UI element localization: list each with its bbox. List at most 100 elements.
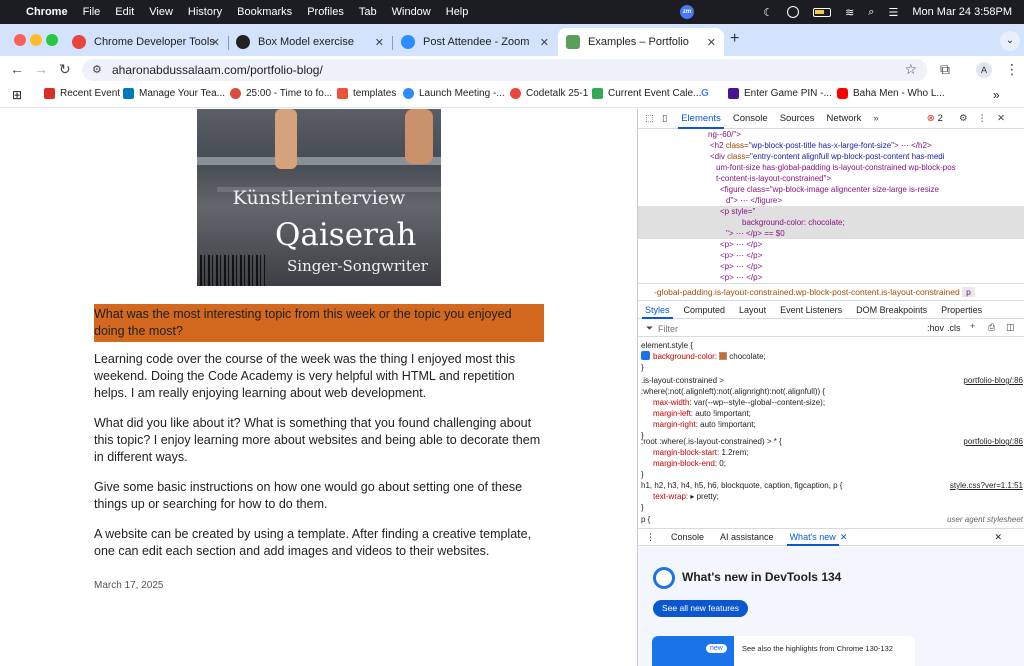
dom-node-div[interactable]: <div class="entry-content alignfull wp-b… bbox=[638, 151, 1024, 162]
reload-icon[interactable]: ↻ bbox=[59, 61, 71, 78]
address-bar[interactable]: ⚙ aharonabdussalaam.com/portfolio-blog/ … bbox=[82, 59, 927, 81]
menu-view[interactable]: View bbox=[149, 6, 173, 18]
dom-node-h2[interactable]: <h2 class="wp-block-post-title has-x-lar… bbox=[638, 140, 1024, 151]
css-rule-selector[interactable]: p {user agent stylesheet bbox=[641, 514, 1023, 525]
css-source-link[interactable]: portfolio-blog/:86 bbox=[963, 436, 1023, 447]
subtab-event-listeners[interactable]: Event Listeners bbox=[780, 305, 842, 315]
subtab-styles[interactable]: Styles bbox=[642, 305, 672, 319]
hover-state-toggle[interactable]: :hov bbox=[927, 323, 944, 333]
more-tabs-icon[interactable]: » bbox=[873, 113, 878, 124]
css-declaration[interactable]: margin-block-start: 1.2rem; bbox=[641, 447, 1023, 458]
css-declaration[interactable]: margin-block-end: 0; bbox=[641, 458, 1023, 469]
control-center-icon[interactable]: ☰ bbox=[888, 6, 898, 19]
menu-window[interactable]: Window bbox=[392, 6, 431, 18]
bookmark-launch-meeting[interactable]: Launch Meeting -... bbox=[403, 88, 505, 99]
checkbox-icon[interactable] bbox=[641, 351, 650, 360]
drawer-tab-ai-assistance[interactable]: AI assistance bbox=[720, 532, 774, 542]
close-tab-icon[interactable]: ✕ bbox=[840, 532, 848, 543]
tab-console[interactable]: Console bbox=[733, 113, 768, 124]
close-tab-icon[interactable]: ✕ bbox=[211, 36, 220, 49]
close-tab-icon[interactable]: ✕ bbox=[707, 36, 716, 49]
new-tab-icon[interactable]: + bbox=[730, 30, 739, 48]
dom-breadcrumb[interactable]: -global-padding.is-layout-constrained.wp… bbox=[638, 283, 1024, 301]
back-arrow-icon[interactable]: ← bbox=[10, 61, 24, 77]
dom-node-p[interactable]: <p> ⋯ </p> bbox=[638, 239, 1024, 250]
css-rule-selector[interactable]: :root :where(.is-layout-constrained) > *… bbox=[641, 436, 1023, 447]
tab-network[interactable]: Network bbox=[827, 113, 862, 124]
css-rule-selector[interactable]: .is-layout-constrained > portfolio-blog/:… bbox=[641, 375, 1023, 386]
inspect-element-icon[interactable]: ⬚ bbox=[645, 113, 654, 124]
tab-chrome-devtools[interactable]: Chrome Developer Tools ✕ bbox=[64, 28, 229, 56]
dom-node-p-selected[interactable]: <p style=" bbox=[638, 206, 1024, 217]
close-window-button[interactable] bbox=[14, 34, 26, 46]
css-rule-selector[interactable]: element.style { bbox=[641, 340, 1023, 351]
styles-filter-input[interactable] bbox=[658, 322, 916, 335]
more-bookmarks-icon[interactable]: » bbox=[993, 88, 1000, 102]
spotlight-search-icon[interactable]: ⌕ bbox=[868, 6, 874, 19]
profile-avatar[interactable]: A bbox=[976, 62, 992, 78]
close-tab-icon[interactable]: ✕ bbox=[375, 36, 384, 49]
kebab-menu-icon[interactable]: ⋮ bbox=[1005, 61, 1019, 78]
subtab-dom-breakpoints[interactable]: DOM Breakpoints bbox=[856, 305, 927, 315]
apps-grid-icon[interactable]: ⊞ bbox=[12, 88, 22, 102]
rendering-emulation-icon[interactable]: ⎙ bbox=[988, 322, 995, 333]
menu-edit[interactable]: Edit bbox=[115, 6, 134, 18]
tab-zoom[interactable]: Post Attendee - Zoom ✕ bbox=[393, 28, 557, 56]
close-tab-icon[interactable]: ✕ bbox=[540, 36, 549, 49]
drawer-menu-icon[interactable]: ⋮ bbox=[646, 532, 655, 543]
tab-box-model[interactable]: Box Model exercise ✕ bbox=[228, 28, 393, 56]
clock[interactable]: Mon Mar 24 3:58PM bbox=[912, 6, 1012, 18]
forward-arrow-icon[interactable]: → bbox=[34, 61, 48, 77]
dom-node-p[interactable]: <p> ⋯ </p> bbox=[638, 250, 1024, 261]
dom-line[interactable]: ng--60/"> bbox=[638, 129, 1024, 140]
bookmark-codetalk[interactable]: Codetalk 25-1 bbox=[510, 88, 588, 99]
drawer-tab-whats-new[interactable]: What's new bbox=[786, 532, 840, 546]
error-count[interactable]: 2 bbox=[938, 113, 943, 124]
bookmark-manage-team[interactable]: Manage Your Tea... bbox=[123, 88, 225, 99]
bookmark-kahoot[interactable]: Enter Game PIN -... bbox=[728, 88, 832, 99]
highlighted-question[interactable]: What was the most interesting topic from… bbox=[94, 304, 544, 342]
moon-icon[interactable]: ☾ bbox=[763, 6, 773, 19]
bookmark-event-calendar[interactable]: Current Event Cale... bbox=[592, 88, 701, 99]
menu-file[interactable]: File bbox=[83, 6, 101, 18]
tab-elements[interactable]: Elements bbox=[678, 113, 724, 129]
zoom-status-icon[interactable]: zm bbox=[680, 5, 694, 19]
bookmark-pomodoro[interactable]: 25:00 - Time to fo... bbox=[230, 88, 332, 99]
dom-node-p[interactable]: <p> ⋯ </p> bbox=[638, 261, 1024, 272]
menu-bookmarks[interactable]: Bookmarks bbox=[237, 6, 292, 18]
menu-help[interactable]: Help bbox=[446, 6, 469, 18]
breadcrumb-path[interactable]: -global-padding.is-layout-constrained.wp… bbox=[654, 287, 960, 297]
tab-search-chevron-icon[interactable]: ⌄ bbox=[1000, 31, 1020, 51]
extensions-icon[interactable]: ⧉ bbox=[940, 61, 950, 78]
css-rule-selector[interactable]: h1, h2, h3, h4, h5, h6, blockquote, capt… bbox=[641, 480, 1023, 491]
bookmark-templates[interactable]: templates bbox=[337, 88, 396, 99]
close-devtools-icon[interactable]: ✕ bbox=[997, 113, 1005, 124]
subtab-computed[interactable]: Computed bbox=[684, 305, 726, 315]
play-icon[interactable] bbox=[787, 6, 800, 18]
site-info-icon[interactable]: ⚙ bbox=[92, 63, 102, 76]
menu-history[interactable]: History bbox=[188, 6, 222, 18]
close-drawer-icon[interactable]: ✕ bbox=[994, 532, 1002, 543]
bookmark-star-icon[interactable]: ☆ bbox=[904, 61, 917, 78]
tab-portfolio[interactable]: Examples – Portfolio ✕ bbox=[558, 28, 724, 56]
bookmark-google[interactable]: G bbox=[701, 88, 709, 99]
minimize-window-button[interactable] bbox=[30, 34, 42, 46]
css-source-link[interactable]: style.css?ver=1.1:51 bbox=[950, 480, 1023, 491]
error-icon[interactable]: ⊗ bbox=[927, 113, 935, 124]
tab-sources[interactable]: Sources bbox=[780, 113, 815, 124]
battery-icon[interactable] bbox=[813, 7, 832, 17]
css-declaration[interactable]: margin-right: auto !important; bbox=[641, 419, 1023, 430]
breadcrumb-current[interactable]: p bbox=[962, 287, 975, 297]
menu-profiles[interactable]: Profiles bbox=[307, 6, 344, 18]
subtab-properties[interactable]: Properties bbox=[941, 305, 982, 315]
dom-node-figure-end[interactable]: d"> ⋯ </figure> bbox=[638, 195, 1024, 206]
bookmark-baha-men[interactable]: Baha Men - Who L... bbox=[837, 88, 945, 99]
zoom-window-button[interactable] bbox=[46, 34, 58, 46]
wifi-icon[interactable]: ≋ bbox=[845, 6, 854, 19]
menu-tab[interactable]: Tab bbox=[359, 6, 377, 18]
css-declaration[interactable]: max-width: var(--wp--style--global--cont… bbox=[641, 397, 1023, 408]
dom-node-figure[interactable]: <figure class="wp-block-image aligncente… bbox=[638, 184, 1024, 195]
subtab-layout[interactable]: Layout bbox=[739, 305, 766, 315]
highlights-card[interactable]: new See also the highlights from Chrome … bbox=[652, 636, 915, 666]
bookmark-recent-event[interactable]: Recent Event bbox=[44, 88, 120, 99]
